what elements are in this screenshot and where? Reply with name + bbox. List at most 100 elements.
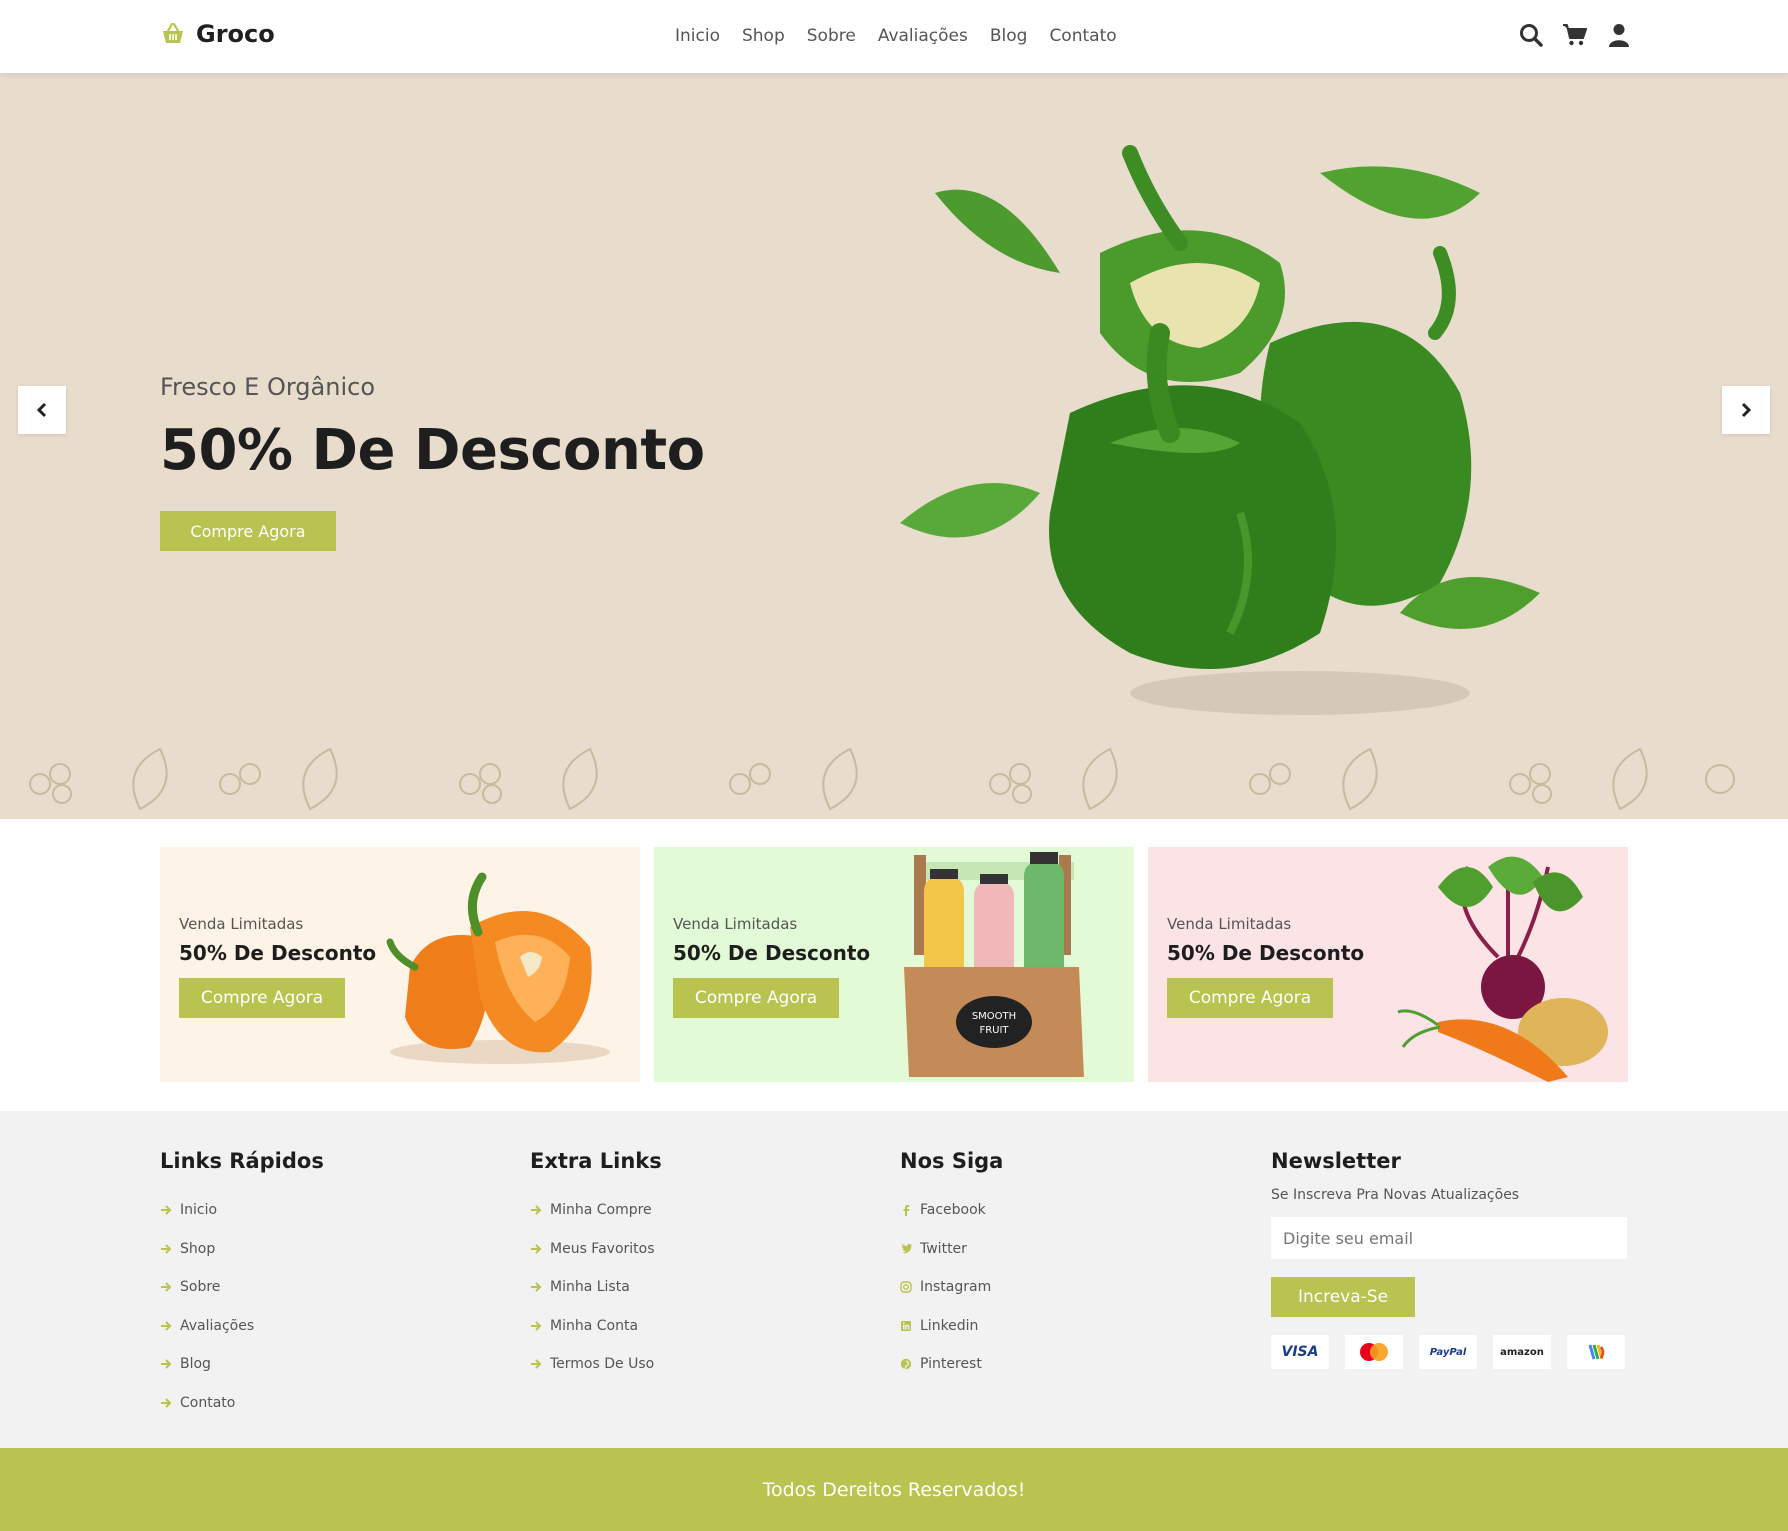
footer-link[interactable]: Minha Lista [530,1268,662,1307]
arrow-right-icon [161,1398,172,1408]
amazon-icon: amazon [1493,1335,1551,1369]
arrow-right-icon [531,1244,542,1254]
nav-item-inicio[interactable]: Inicio [675,26,720,46]
footer-heading: Extra Links [530,1149,662,1173]
nav-item-contato[interactable]: Contato [1049,26,1116,46]
main-nav: Inicio Shop Sobre Avaliações Blog Contat… [675,26,1117,46]
social-link-label: Twitter [920,1240,967,1257]
social-link-label: Pinterest [920,1356,982,1373]
footer-heading: Nos Siga [900,1149,1004,1173]
promo-shop-button[interactable]: Compre Agora [1167,978,1333,1018]
footer-link[interactable]: Minha Compre [530,1191,662,1230]
newsletter-email-input[interactable] [1271,1217,1627,1259]
hero-subtitle: Fresco E Orgânico [160,373,376,401]
cart-icon[interactable] [1562,22,1588,48]
hero-slider: Fresco E Orgânico 50% De Desconto Compre… [0,73,1788,819]
social-link-linkedin[interactable]: Linkedin [900,1307,1003,1346]
nav-item-sobre[interactable]: Sobre [807,26,856,46]
promo-title: 50% De Desconto [1167,941,1365,965]
footer-heading: Links Rápidos [160,1149,324,1173]
footer-link[interactable]: Termos De Uso [530,1345,662,1384]
footer-quick-links: Links Rápidos Inicio Shop Sobre Avaliaçõ… [160,1149,324,1422]
social-link-pinterest[interactable]: Pinterest [900,1345,1003,1384]
nav-item-avaliacoes[interactable]: Avaliações [878,26,968,46]
social-link-twitter[interactable]: Twitter [900,1230,1003,1269]
footer-extra-links: Extra Links Minha Compre Meus Favoritos … [530,1149,662,1384]
social-link-label: Instagram [920,1279,992,1296]
arrow-right-icon [161,1205,172,1215]
footer-link[interactable]: Minha Conta [530,1307,662,1346]
newsletter-subscribe-button[interactable]: Increva-Se [1271,1277,1415,1317]
social-link-instagram[interactable]: Instagram [900,1268,1003,1307]
twitter-icon [901,1243,912,1253]
footer-link-label: Sobre [180,1279,221,1296]
promo-subtitle: Venda Limitadas [1167,915,1292,933]
orange-pepper-image [386,872,610,1064]
site-footer: Links Rápidos Inicio Shop Sobre Avaliaçõ… [0,1111,1788,1448]
footer-link[interactable]: Blog [160,1345,324,1384]
promo-shop-button[interactable]: Compre Agora [673,978,839,1018]
slider-next-button[interactable] [1722,386,1770,434]
chevron-left-icon [36,402,47,418]
promo-subtitle: Venda Limitadas [179,915,304,933]
promo-title: 50% De Desconto [179,941,377,965]
facebook-icon [903,1205,910,1217]
footer-link[interactable]: Avaliações [160,1307,324,1346]
user-icon[interactable] [1606,22,1632,48]
search-icon[interactable] [1518,22,1544,48]
social-link-label: Facebook [920,1202,986,1219]
promo-card-vegetables: Venda Limitadas 50% De Desconto Compre A… [1148,847,1628,1082]
footer-link-label: Termos De Uso [550,1356,655,1373]
decorative-pattern [29,747,1735,811]
nav-item-shop[interactable]: Shop [742,26,785,46]
google-wallet-icon [1567,1335,1625,1369]
header-actions [1518,22,1632,48]
mastercard-icon [1345,1335,1403,1369]
svg-text:SMOOTH: SMOOTH [972,1011,1016,1022]
footer-link[interactable]: Contato [160,1384,324,1423]
logo[interactable]: Groco [160,20,275,48]
footer-link-label: Blog [180,1356,211,1373]
arrow-right-icon [531,1359,542,1369]
green-peppers-image [900,145,1540,715]
footer-newsletter: Newsletter Se Inscreva Pra Novas Atualiz… [1271,1149,1627,1369]
footer-link[interactable]: Inicio [160,1191,324,1230]
arrow-right-icon [161,1321,172,1331]
copyright-bar: Todos Dereitos Reservados! [0,1448,1788,1531]
payment-methods: VISA PayPal amazon [1271,1335,1627,1369]
arrow-right-icon [531,1321,542,1331]
promo-section: Venda Limitadas 50% De Desconto Compre A… [0,819,1788,1111]
footer-link-label: Minha Compre [550,1202,652,1219]
nav-item-blog[interactable]: Blog [990,26,1028,46]
arrow-right-icon [531,1282,542,1292]
arrow-right-icon [531,1205,542,1215]
site-header: Groco Inicio Shop Sobre Avaliações Blog … [0,0,1788,73]
footer-link[interactable]: Sobre [160,1268,324,1307]
pinterest-icon [900,1359,912,1370]
footer-heading: Newsletter [1271,1149,1401,1173]
footer-link[interactable]: Meus Favoritos [530,1230,662,1269]
promo-shop-button[interactable]: Compre Agora [179,978,345,1018]
hero-shop-button[interactable]: Compre Agora [160,511,336,551]
promo-card-peppers: Venda Limitadas 50% De Desconto Compre A… [160,847,640,1082]
arrow-right-icon [161,1359,172,1369]
footer-link-label: Avaliações [180,1317,255,1334]
logo-text: Groco [196,20,275,48]
footer-link-label: Shop [180,1240,216,1257]
promo-subtitle: Venda Limitadas [673,915,798,933]
slider-prev-button[interactable] [18,386,66,434]
footer-link-label: Minha Conta [550,1317,639,1334]
beet-carrot-potato-image [1397,856,1608,1082]
basket-icon [163,22,183,43]
social-link-label: Linkedin [920,1317,979,1334]
hero-title: 50% De Desconto [160,418,705,483]
linkedin-icon [901,1320,911,1331]
footer-link[interactable]: Shop [160,1230,324,1269]
social-link-facebook[interactable]: Facebook [900,1191,1003,1230]
footer-social-links: Nos Siga Facebook Twitter Instagram Link… [900,1149,1003,1384]
footer-link-label: Meus Favoritos [550,1240,655,1257]
newsletter-description: Se Inscreva Pra Novas Atualizações [1271,1187,1520,1203]
arrow-right-icon [161,1244,172,1254]
promo-title: 50% De Desconto [673,941,871,965]
footer-link-label: Minha Lista [550,1279,630,1296]
